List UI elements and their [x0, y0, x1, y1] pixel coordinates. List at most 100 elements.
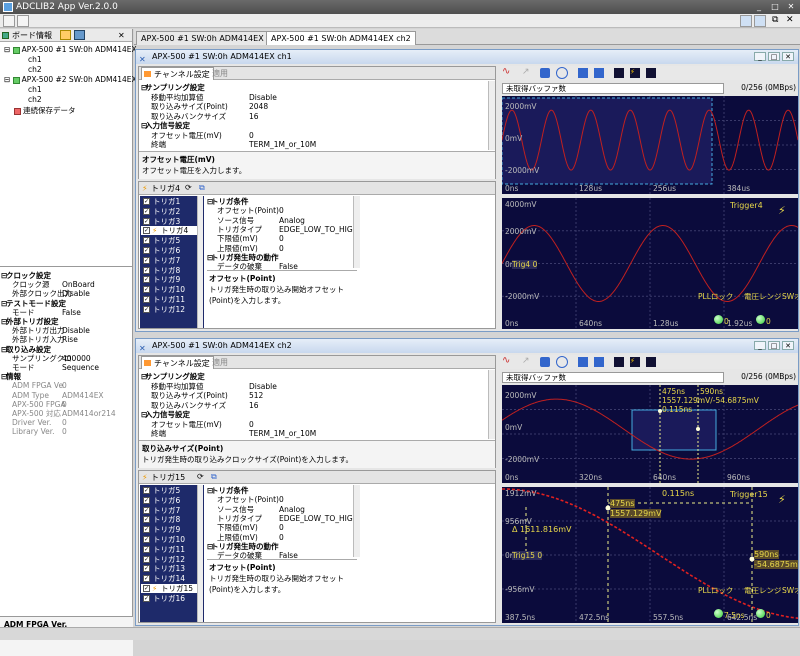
grid-icon[interactable]	[646, 357, 656, 367]
window-minimize-button[interactable]: _	[754, 52, 766, 61]
zoom-icon[interactable]	[556, 356, 568, 368]
property-row[interactable]: モード False	[0, 308, 133, 317]
trigger-list-item[interactable]: ✓ トリガ11	[141, 545, 199, 554]
checkbox[interactable]: ✓	[143, 585, 150, 592]
trigger-setting-row[interactable]: ソース信号 Analog	[207, 505, 417, 514]
checkbox[interactable]: ✓	[143, 247, 150, 254]
trigger-setting-row[interactable]: トリガタイプ EDGE_LOW_TO_HIG	[207, 514, 417, 523]
checkbox[interactable]: ✓	[143, 286, 150, 294]
trigger-list-item[interactable]: ✓ トリガ12	[141, 555, 199, 564]
trigger-list-item[interactable]: ✓ トリガ8	[141, 515, 199, 524]
checkbox[interactable]: ✓	[143, 207, 150, 215]
new-icon[interactable]	[3, 15, 15, 27]
tree-item-board2-ch1[interactable]: ch1	[28, 85, 42, 95]
trigger-list-item[interactable]: ✓ トリガ14	[141, 574, 199, 583]
setting-row[interactable]: 取り込みバンクサイズ 16	[141, 112, 487, 121]
scale-icon[interactable]	[578, 68, 588, 78]
property-row[interactable]: サンプリングクロ 400000	[0, 354, 133, 363]
checkbox[interactable]: ✓	[143, 545, 150, 553]
checkbox[interactable]: ✓	[143, 217, 150, 225]
checkbox[interactable]: ✓	[143, 575, 150, 583]
checkbox[interactable]: ✓	[143, 198, 150, 205]
trigger-list-scrollbar[interactable]	[197, 485, 203, 622]
checkbox[interactable]: ✓	[143, 526, 150, 534]
close-button[interactable]: ✕	[784, 2, 798, 12]
close-doc-icon[interactable]: ✕	[786, 15, 794, 25]
display-icon[interactable]	[614, 68, 624, 78]
trigger-list-item[interactable]: ✓ トリガ7	[141, 256, 199, 265]
trigger-list-scrollbar[interactable]	[197, 196, 203, 328]
trigger-list-item[interactable]: ✓ トリガ10	[141, 285, 199, 294]
trigger-list-item[interactable]: ✓ トリガ9	[141, 275, 199, 284]
trigger-list-item[interactable]: ✓ トリガ1	[141, 197, 199, 206]
settings-scrollbar[interactable]	[488, 370, 495, 439]
trigger-list-item[interactable]: ✓ トリガ11	[141, 295, 199, 304]
trigger-display-icon[interactable]: ⚡	[630, 357, 640, 367]
minimize-button[interactable]: _	[752, 2, 766, 12]
property-row[interactable]: 外部クロック出力 Disable	[0, 289, 133, 298]
setting-row[interactable]: オフセット電圧(mV) 0	[141, 420, 487, 429]
property-row[interactable]: ADM FPGA Ve 0	[0, 381, 133, 390]
tree-item-saved-data[interactable]: 連続保存データ	[14, 106, 76, 116]
settings-scrollbar[interactable]	[488, 81, 495, 150]
property-row[interactable]: Driver Ver. 0	[0, 418, 133, 427]
cursor-tool-icon[interactable]	[540, 68, 550, 78]
refresh-icon[interactable]: ⟳	[185, 183, 192, 192]
copy-icon[interactable]: ⧉	[199, 183, 205, 193]
checkbox[interactable]: ✓	[143, 506, 150, 514]
zoom-icon[interactable]	[556, 67, 568, 79]
overview-scope[interactable]: 2000mV 0mV -2000mV 0ns 320ns 640ns 960ns 475ns 5…	[502, 385, 798, 483]
sine-wave-icon[interactable]: ∿	[502, 66, 510, 77]
tab-trigger[interactable]: ⚡ トリガ15	[141, 471, 188, 484]
checkbox[interactable]: ✓	[143, 555, 150, 563]
window-maximize-button[interactable]: □	[768, 341, 780, 350]
tree-item-board1[interactable]: ⊟ APX-500 #1 SW:0h ADM414EX	[4, 45, 137, 55]
open-folder-icon[interactable]	[60, 30, 71, 40]
property-row[interactable]: ADM Type ADM414EX	[0, 391, 133, 400]
window-minimize-button[interactable]: _	[754, 341, 766, 350]
tab-channel-settings[interactable]: チャンネル設定	[141, 356, 214, 369]
property-row[interactable]: 外部トリガ出力 Disable	[0, 326, 133, 335]
property-row[interactable]: 外部トリガ入力 Rise	[0, 335, 133, 344]
property-row[interactable]: モード Sequence	[0, 363, 133, 372]
trigger-list-item[interactable]: ✓ トリガ3	[141, 217, 199, 226]
setting-row[interactable]: 取り込みサイズ(Point) 2048	[141, 102, 487, 111]
apply-button[interactable]: 適用	[209, 67, 231, 80]
detail-scope[interactable]: 4000mV2000mV0mV-2000mV0ns640ns1.28us1.92…	[502, 198, 798, 329]
trigger-setting-row[interactable]: 上限値(mV) 0	[207, 533, 417, 542]
trigger-setting-row[interactable]: 下限値(mV) 0	[207, 523, 417, 532]
checkbox[interactable]: ✓	[143, 227, 150, 235]
property-row[interactable]: APX-500 対応 ADM414or214	[0, 409, 133, 418]
save-wave-icon[interactable]	[594, 68, 604, 78]
trigger-list-item[interactable]: ✓ トリガ6	[141, 246, 199, 255]
trigger-list-item[interactable]: ✓ トリガ5	[141, 486, 199, 495]
trigger-setting-row[interactable]: オフセット(Point) 0	[207, 206, 417, 215]
checkbox[interactable]: ✓	[143, 594, 150, 602]
tab-channel-settings[interactable]: チャンネル設定	[141, 67, 214, 80]
tab-ch2[interactable]: APX-500 #1 SW:0h ADM414EX ch2	[266, 31, 416, 45]
setting-row[interactable]: 移動平均加算値 Disable	[141, 93, 487, 102]
property-row[interactable]: APX-500 FPGA 0	[0, 400, 133, 409]
tab-trigger[interactable]: ⚡ トリガ4	[141, 182, 183, 195]
overview-scope[interactable]: 2000mV 0mV -2000mV 0ns 128us 256us 384us	[502, 96, 798, 194]
trigger-setting-row[interactable]: オフセット(Point) 0	[207, 495, 417, 504]
cursor-icon[interactable]: ↗	[522, 67, 530, 77]
checkbox[interactable]: ✓	[143, 516, 150, 524]
tree-item-board2-ch2[interactable]: ch2	[28, 95, 42, 105]
trigger-setting-row[interactable]: 上限値(mV) 0	[207, 244, 417, 253]
panel-close-icon[interactable]: ✕	[118, 29, 125, 42]
scale-icon[interactable]	[578, 357, 588, 367]
trigger-list-item[interactable]: ✓ トリガ16	[141, 594, 199, 603]
maximize-button[interactable]: □	[768, 2, 782, 12]
refresh-icon[interactable]: ⟳	[197, 472, 204, 481]
checkbox[interactable]: ✓	[143, 496, 150, 504]
cursor-icon[interactable]: ↗	[522, 356, 530, 366]
zoom-region[interactable]	[631, 409, 717, 451]
checkbox[interactable]: ✓	[143, 487, 150, 494]
restore-icon[interactable]: ⧉	[772, 15, 778, 25]
detail-scope[interactable]: 475ns1557.129mV 590ns-54.6875mV 0.115ns Δ 1…	[502, 487, 798, 623]
setting-row[interactable]: 取り込みサイズ(Point) 512	[141, 391, 487, 400]
trigger-list-item[interactable]: ✓ トリガ9	[141, 525, 199, 534]
grid-icon[interactable]	[646, 68, 656, 78]
save-icon[interactable]	[74, 30, 85, 40]
